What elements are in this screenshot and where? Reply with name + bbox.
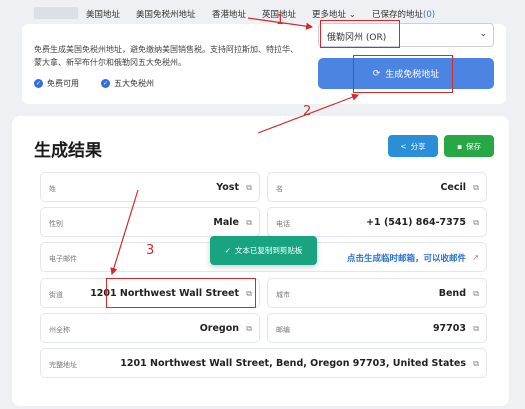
annotation-arrow-3 [110, 189, 139, 276]
annotation-arrows [110, 17, 360, 276]
annotation-arrow-2 [257, 93, 360, 134]
annotation-arrow-1 [247, 17, 314, 30]
